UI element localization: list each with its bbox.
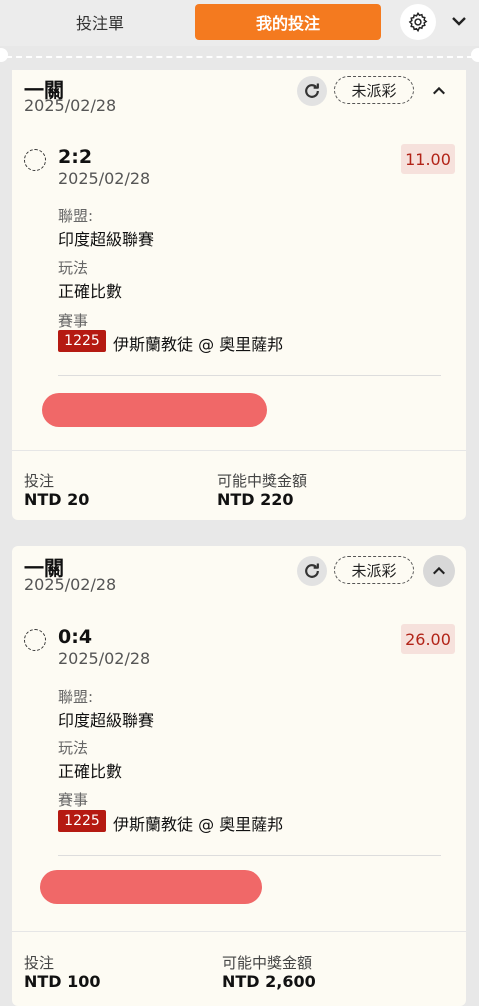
ticket-notch-left (0, 48, 8, 62)
event-id-badge: 1225 (58, 810, 106, 832)
collapse-button[interactable] (423, 555, 455, 587)
settings-button[interactable] (400, 4, 436, 40)
status-badge: 未派彩 (334, 76, 414, 104)
status-badge: 未派彩 (334, 556, 414, 584)
market-label: 玩法 (58, 259, 89, 277)
chevron-down-icon (452, 17, 466, 26)
footer-divider (12, 931, 466, 932)
chevron-up-icon (433, 86, 445, 95)
event-id-badge: 1225 (58, 330, 106, 352)
payout-label: 可能中獎金額 (217, 472, 308, 490)
redaction-mark (42, 393, 267, 427)
ticket-divider (6, 56, 473, 58)
redaction-mark (40, 870, 262, 904)
footer-divider (12, 450, 466, 451)
event-label: 賽事 (58, 791, 89, 809)
ticket-notch-right (471, 48, 479, 62)
refresh-icon (305, 563, 319, 578)
selection-score: 0:4 (58, 626, 93, 648)
top-bar: 投注單 我的投注 (0, 0, 479, 46)
divider (58, 375, 441, 376)
event-label: 賽事 (58, 312, 89, 330)
tab-my-bets[interactable]: 我的投注 (195, 4, 381, 40)
market-value: 正確比數 (58, 762, 123, 781)
selection-checkbox[interactable] (24, 149, 46, 171)
bet-date: 2025/02/28 (24, 575, 117, 594)
refresh-icon (305, 83, 319, 98)
selection-date: 2025/02/28 (58, 649, 151, 668)
market-label: 玩法 (58, 739, 89, 757)
menu-toggle-button[interactable] (448, 10, 470, 32)
event-name: 伊斯蘭教徒 @ 奧里薩邦 (113, 335, 284, 354)
refresh-button[interactable] (297, 76, 327, 106)
refresh-button[interactable] (297, 556, 327, 586)
collapse-button[interactable] (423, 75, 455, 107)
stake-label: 投注 (24, 472, 55, 490)
stake-value: NTD 20 (24, 490, 90, 509)
bet-card: 一關 2025/02/28 未派彩 0:4 2025/02/28 26.00 聯… (12, 546, 466, 1006)
market-value: 正確比數 (58, 282, 123, 301)
league-label: 聯盟: (58, 688, 94, 706)
selection-checkbox[interactable] (24, 629, 46, 651)
stake-label: 投注 (24, 954, 55, 972)
bet-card: 一關 2025/02/28 未派彩 2:2 2025/02/28 11.00 聯… (12, 70, 466, 520)
payout-label: 可能中獎金額 (222, 954, 313, 972)
odds-badge: 11.00 (401, 144, 455, 174)
league-value: 印度超級聯賽 (58, 711, 155, 730)
event-name: 伊斯蘭教徒 @ 奧里薩邦 (113, 815, 284, 834)
tab-betslip[interactable]: 投注單 (40, 4, 160, 40)
selection-score: 2:2 (58, 146, 93, 168)
payout-value: NTD 220 (217, 490, 294, 509)
bet-date: 2025/02/28 (24, 96, 117, 115)
chevron-up-icon (433, 566, 445, 575)
payout-value: NTD 2,600 (222, 972, 316, 991)
league-label: 聯盟: (58, 207, 94, 225)
stake-value: NTD 100 (24, 972, 101, 991)
league-value: 印度超級聯賽 (58, 230, 155, 249)
divider (58, 855, 441, 856)
selection-date: 2025/02/28 (58, 169, 151, 188)
odds-badge: 26.00 (401, 624, 455, 654)
gear-icon (408, 11, 428, 33)
